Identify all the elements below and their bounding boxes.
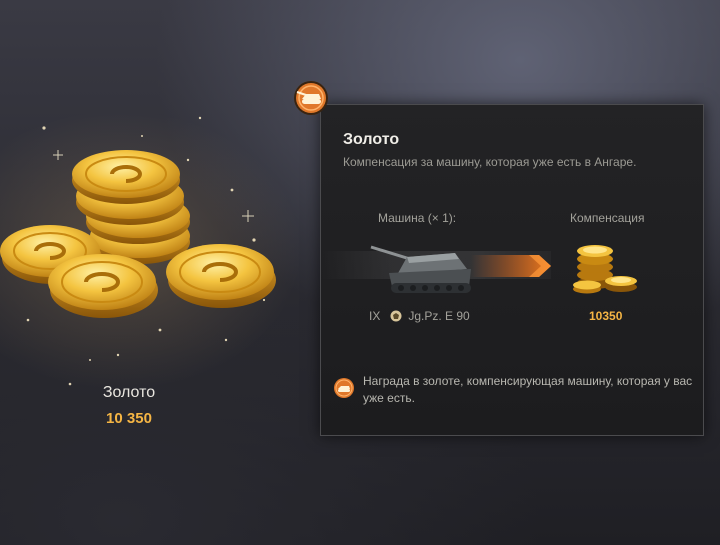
compensation-tooltip: Золото Компенсация за машину, которая уж… bbox=[320, 104, 704, 436]
gold-compensation-icon bbox=[334, 378, 354, 398]
compensation-column-label: Компенсация bbox=[570, 211, 645, 225]
vehicle-column-label: Машина (× 1): bbox=[378, 211, 457, 225]
vehicle-info: IX Jg.Pz. E 90 bbox=[369, 309, 470, 323]
compensation-note: Награда в золоте, компенсирующая машину,… bbox=[363, 374, 693, 405]
reward-name: Золото bbox=[102, 384, 156, 401]
arrow-right-icon bbox=[471, 255, 551, 277]
vehicle-name: Jg.Pz. E 90 bbox=[408, 309, 470, 323]
reward-amount: 10 350 bbox=[106, 410, 152, 427]
tank-jgpz-e90-icon bbox=[370, 245, 471, 293]
gold-coins-icon bbox=[0, 150, 276, 318]
gold-coins-icon bbox=[573, 245, 637, 294]
germany-emblem-icon bbox=[390, 310, 402, 322]
tooltip-title: Золото bbox=[343, 131, 400, 148]
gold-compensation-icon bbox=[294, 81, 328, 115]
vehicle-tier: IX bbox=[369, 309, 381, 323]
compensation-value: 10350 bbox=[589, 309, 623, 323]
tooltip-description: Компенсация за машину, которая уже есть … bbox=[343, 155, 637, 169]
